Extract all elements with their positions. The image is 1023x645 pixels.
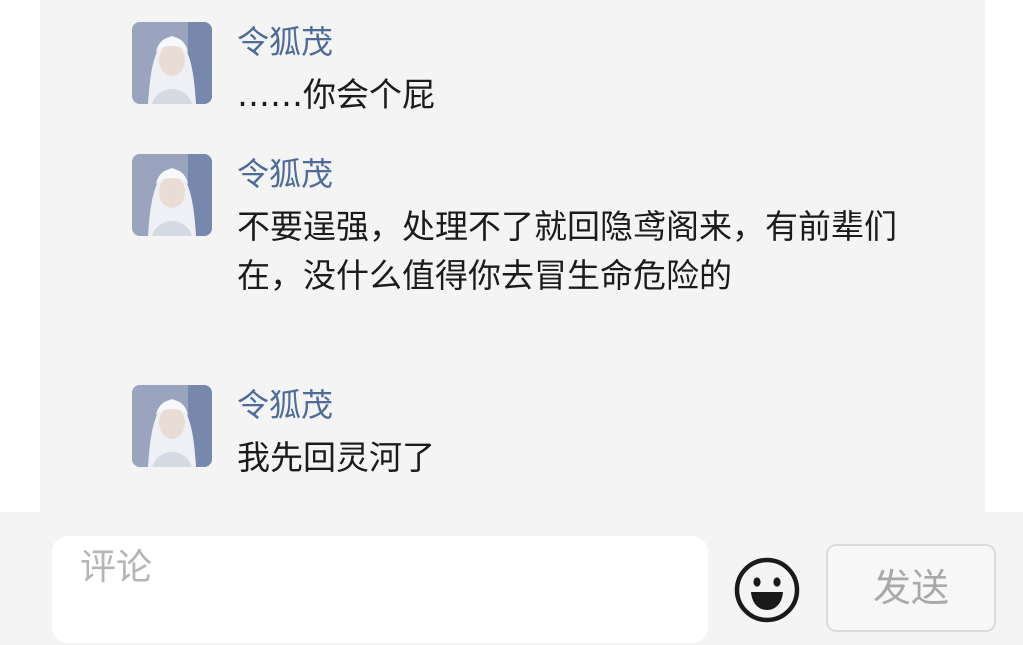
avatar[interactable] [132,385,212,467]
sender-name[interactable]: 令狐茂 [237,385,333,425]
message-text: 不要逞强，处理不了就回隐鸢阁来，有前辈们在，没什么值得你去冒生命危险的 [237,207,897,295]
comment-placeholder: 评论 [80,547,153,588]
sender-name[interactable]: 令狐茂 [237,154,333,194]
chat-screen: 令狐茂 ……你会个屁 令狐茂 不要逞强，处理不了就回隐鸢阁来，有前辈们在，没什么… [0,0,1023,645]
emoji-button[interactable] [734,557,800,623]
avatar[interactable] [132,154,212,236]
message-text: 我先回灵河了 [237,438,435,477]
comment-input[interactable]: 评论 [52,536,708,643]
comment-composer: 评论 发送 [0,512,1023,645]
avatar[interactable] [132,22,212,104]
message-text: ……你会个屁 [237,75,435,114]
send-button[interactable]: 发送 [826,544,996,632]
message-feed[interactable]: 令狐茂 ……你会个屁 令狐茂 不要逞强，处理不了就回隐鸢阁来，有前辈们在，没什么… [40,0,985,512]
sender-name[interactable]: 令狐茂 [237,22,333,62]
smiley-face-icon [734,557,800,623]
